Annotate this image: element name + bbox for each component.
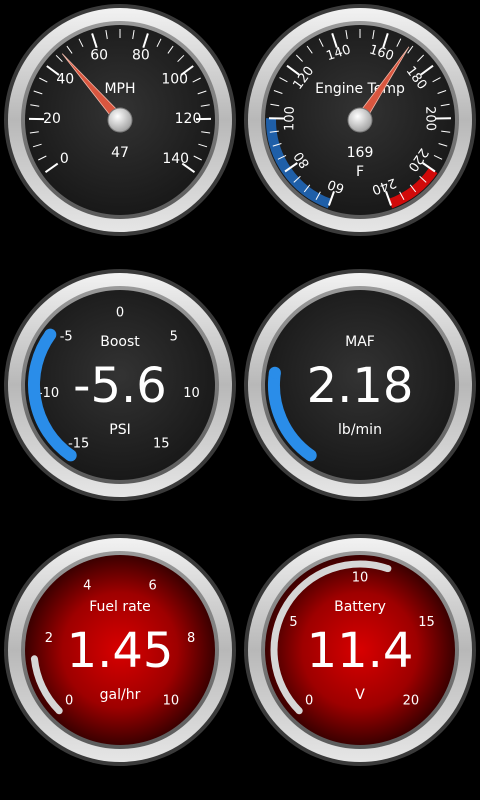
tick-label: 5 [170, 330, 178, 345]
tick-label: -5 [60, 330, 73, 345]
level-arc-end [30, 655, 38, 663]
tick-label: 10 [163, 693, 180, 708]
tick-label: 0 [65, 693, 73, 708]
tick-label: 140 [162, 151, 189, 167]
gauge-value: 11.4 [307, 623, 414, 679]
gauge-value: 2.18 [307, 358, 414, 414]
tick-label: 40 [56, 72, 74, 88]
gauge-value: 1.45 [67, 623, 174, 679]
gauge-engine-temp[interactable]: 6080100120140 160180200220240Engine Temp1… [244, 4, 476, 236]
gauge-value: -5.6 [73, 358, 167, 414]
gauge-value: 169 [347, 145, 374, 161]
tick-label: 20 [43, 111, 61, 127]
gauge-unit: gal/hr [100, 687, 141, 703]
gauge-unit: F [356, 164, 364, 180]
gauge-title: Battery [334, 599, 386, 615]
gauge-unit: PSI [109, 422, 130, 438]
level-arc-start [295, 707, 303, 715]
tick-label: 0 [305, 693, 313, 708]
gauge-unit: lb/min [338, 422, 382, 438]
gauge-title: MPH [104, 81, 135, 97]
needle-hub [107, 107, 133, 133]
tick-label: 8 [187, 631, 195, 646]
tick-label: 120 [175, 111, 202, 127]
gauge-title: MAF [345, 334, 375, 350]
tick-label: 4 [83, 578, 91, 593]
level-arc-start [55, 707, 63, 715]
tick-label: 2 [45, 631, 53, 646]
gauge-dashboard: 0204060 80100120140MPH47 6080100120140 160… [4, 4, 476, 766]
gauge-maf[interactable]: MAF 2.18 lb/min [244, 269, 476, 501]
tick-label: 20 [403, 693, 420, 708]
tick-label: 100 [282, 106, 297, 131]
gauge-value: 47 [111, 145, 129, 161]
tick-label: 10 [352, 571, 369, 586]
gauge-fuel-rate[interactable]: 0 2 4 6 8 10 Fuel rate 1.45 gal/hr [4, 534, 236, 766]
level-arc-start [304, 449, 317, 462]
gauge-speed[interactable]: 0 20 40 60 80 100 120 140 MPH 47 [4, 4, 236, 236]
gauge-boost[interactable]: -15-10-5051015Boost-5.6PSI [4, 269, 236, 501]
gauge-title: Fuel rate [89, 599, 151, 615]
tick-label: 6 [149, 578, 157, 593]
level-arc-end [268, 366, 281, 379]
tick-label: 0 [116, 306, 124, 321]
gauge-title: Boost [100, 334, 140, 350]
gauge-battery[interactable]: 0 5 10 15 20 Battery 11.4 V [244, 534, 476, 766]
tick-label: 200 [422, 106, 437, 131]
level-arc-start [64, 449, 77, 462]
gauge-unit: V [355, 687, 365, 703]
tick-label: 15 [418, 615, 435, 630]
level-arc-end [384, 565, 392, 573]
tick-label: 60 [90, 47, 108, 63]
level-arc-end [44, 328, 57, 341]
tick-label: 10 [183, 386, 200, 401]
tick-label: 100 [161, 72, 188, 88]
needle-hub [347, 107, 373, 133]
tick-label: 0 [60, 151, 69, 167]
gauge-title: Engine Temp [315, 81, 405, 97]
tick-label: 5 [289, 615, 297, 630]
tick-label: 80 [132, 47, 150, 63]
tick-label: 15 [153, 437, 170, 452]
